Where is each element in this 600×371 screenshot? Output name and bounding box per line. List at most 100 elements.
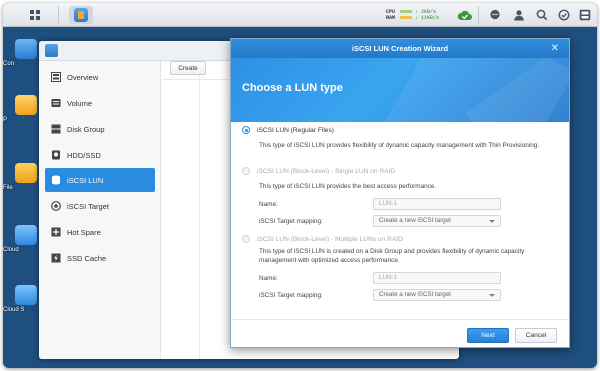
control-panel-icon <box>15 39 37 59</box>
option-label: iSCSI LUN (Block-Level) - Single LUN on … <box>257 167 396 175</box>
sidebar-item-ssd-cache[interactable]: SSD Cache <box>45 246 155 270</box>
column-divider <box>199 61 200 359</box>
radio-block-level-single[interactable] <box>242 167 250 175</box>
sidebar-item-overview[interactable]: Overview <box>45 65 155 89</box>
desktop-icon-label: File <box>3 185 13 191</box>
sidebar-item-hdd-ssd[interactable]: HDD/SSD <box>45 143 155 167</box>
resource-monitor-widget[interactable]: CPU ↑ 2KB/s RAM ↓ 11KB/s <box>386 9 452 23</box>
option-description: This type of iSCSI LUN provides the best… <box>259 183 437 190</box>
sidebar-item-label: Volume <box>67 98 93 108</box>
target-mapping-select[interactable]: Create a new iSCSI target <box>373 289 501 301</box>
wizard-title: iSCSI LUN Creation Wizard <box>351 44 449 53</box>
option-description: This type of iSCSI LUN provides flexibil… <box>259 142 540 149</box>
taskbar-divider <box>58 6 59 24</box>
widgets-button[interactable] <box>574 3 596 27</box>
sync-check-icon <box>457 10 472 20</box>
disk-group-icon <box>51 124 61 134</box>
name-label: Name: <box>259 275 278 282</box>
search-button[interactable] <box>531 3 553 27</box>
screenshot-frame: CPU ↑ 2KB/s RAM ↓ 11KB/s Con P File Clou… <box>3 3 597 368</box>
volume-icon <box>51 98 61 108</box>
target-mapping-label: iSCSI Target mapping: <box>259 292 323 299</box>
user-menu-button[interactable] <box>508 3 530 27</box>
chevron-down-icon <box>489 294 495 297</box>
cancel-button[interactable]: Cancel <box>515 328 557 343</box>
cloud-sync-icon <box>15 285 37 305</box>
sidebar-item-disk-group[interactable]: Disk Group <box>45 117 155 141</box>
desktop-icon-label: Con <box>3 61 15 67</box>
ram-usage-bar <box>400 16 412 19</box>
desktop-icon-label: P <box>3 117 8 123</box>
sidebar-item-label: SSD Cache <box>67 253 107 263</box>
desktop-icon-file-station[interactable]: File <box>3 163 43 191</box>
download-rate: ↓ 11KB/s <box>415 15 440 21</box>
options-icon <box>558 9 570 21</box>
widgets-icon <box>579 9 591 21</box>
name-label: Name: <box>259 201 278 208</box>
desktop-icon-label: Cloud <box>3 247 19 253</box>
select-value: Create a new iSCSI target <box>379 291 451 298</box>
option-label: iSCSI LUN (Block-Level) - Multiple LUNs … <box>257 235 403 243</box>
wizard-banner: Choose a LUN type <box>231 58 569 122</box>
option-block-level-multiple[interactable]: iSCSI LUN (Block-Level) - Multiple LUNs … <box>242 235 403 243</box>
target-mapping-select[interactable]: Create a new iSCSI target <box>373 215 501 227</box>
ram-label: RAM <box>386 15 396 21</box>
desktop-icon-cloud[interactable]: Cloud <box>3 225 43 253</box>
ssd-cache-icon <box>51 253 61 263</box>
chat-icon <box>490 9 500 20</box>
next-button[interactable]: Next <box>467 328 509 343</box>
sidebar-item-hot-spare[interactable]: Hot Spare <box>45 220 155 244</box>
taskbar-divider <box>478 6 479 24</box>
cloud-icon <box>15 225 37 245</box>
wizard-footer: Next Cancel <box>231 319 569 347</box>
storage-manager-icon <box>74 8 88 22</box>
overview-icon <box>51 72 61 82</box>
option-block-level-single[interactable]: iSCSI LUN (Block-Level) - Single LUN on … <box>242 167 395 175</box>
wizard-titlebar[interactable]: iSCSI LUN Creation Wizard ✕ <box>231 39 569 58</box>
sidebar-item-iscsi-lun[interactable]: iSCSI LUN <box>45 168 155 192</box>
option-regular-files[interactable]: iSCSI LUN (Regular Files) <box>242 126 334 134</box>
user-icon <box>514 10 524 21</box>
options-button[interactable] <box>553 3 575 27</box>
sidebar-item-label: Overview <box>67 72 99 82</box>
sidebar-item-label: iSCSI Target <box>67 201 109 211</box>
sidebar-item-iscsi-target[interactable]: iSCSI Target <box>45 194 155 218</box>
hot-spare-icon <box>51 227 61 237</box>
name-field[interactable]: LUN-1 <box>373 198 501 210</box>
option-description: This type of iSCSI LUN is created on a D… <box>259 248 525 264</box>
radio-regular-files[interactable] <box>242 126 250 134</box>
grid-icon <box>30 10 40 20</box>
sidebar-item-label: Hot Spare <box>67 227 101 237</box>
desktop-icon-cloud-sync[interactable]: Cloud S <box>3 285 43 313</box>
iscsi-lun-icon <box>51 175 61 185</box>
search-icon <box>536 9 548 21</box>
taskbar: CPU ↑ 2KB/s RAM ↓ 11KB/s <box>3 3 597 27</box>
desktop-icon-package[interactable]: P <box>3 95 43 123</box>
radio-block-level-multiple[interactable] <box>242 235 250 243</box>
iscsi-target-icon <box>51 201 61 211</box>
taskbar-storage-manager-button[interactable] <box>68 3 94 27</box>
file-station-icon <box>15 163 37 183</box>
option-label: iSCSI LUN (Regular Files) <box>257 126 334 134</box>
chevron-down-icon <box>489 220 495 223</box>
cpu-usage-bar <box>400 10 412 13</box>
sync-status-button[interactable] <box>454 3 476 27</box>
iscsi-lun-creation-wizard: iSCSI LUN Creation Wizard ✕ Choose a LUN… <box>230 38 570 348</box>
close-icon[interactable]: ✕ <box>551 39 559 58</box>
wizard-heading: Choose a LUN type <box>242 82 343 94</box>
sidebar-item-label: iSCSI LUN <box>67 175 104 185</box>
wizard-body: iSCSI LUN (Regular Files) This type of i… <box>231 122 569 312</box>
main-menu-button[interactable] <box>23 3 47 27</box>
create-button[interactable]: Create <box>170 61 206 75</box>
sidebar-item-volume[interactable]: Volume <box>45 91 155 115</box>
select-value: Create a new iSCSI target <box>379 217 451 224</box>
storage-manager-sidebar: Overview Volume Disk Group HDD/SSD iSCSI… <box>39 61 161 359</box>
messages-button[interactable] <box>484 3 506 27</box>
name-field[interactable]: LUN-1 <box>373 272 501 284</box>
target-mapping-label: iSCSI Target mapping: <box>259 218 323 225</box>
desktop-icon-control-panel[interactable]: Con <box>3 39 43 67</box>
package-icon <box>15 95 37 115</box>
storage-manager-icon <box>45 44 58 57</box>
sidebar-item-label: HDD/SSD <box>67 150 101 160</box>
sidebar-item-label: Disk Group <box>67 124 105 134</box>
